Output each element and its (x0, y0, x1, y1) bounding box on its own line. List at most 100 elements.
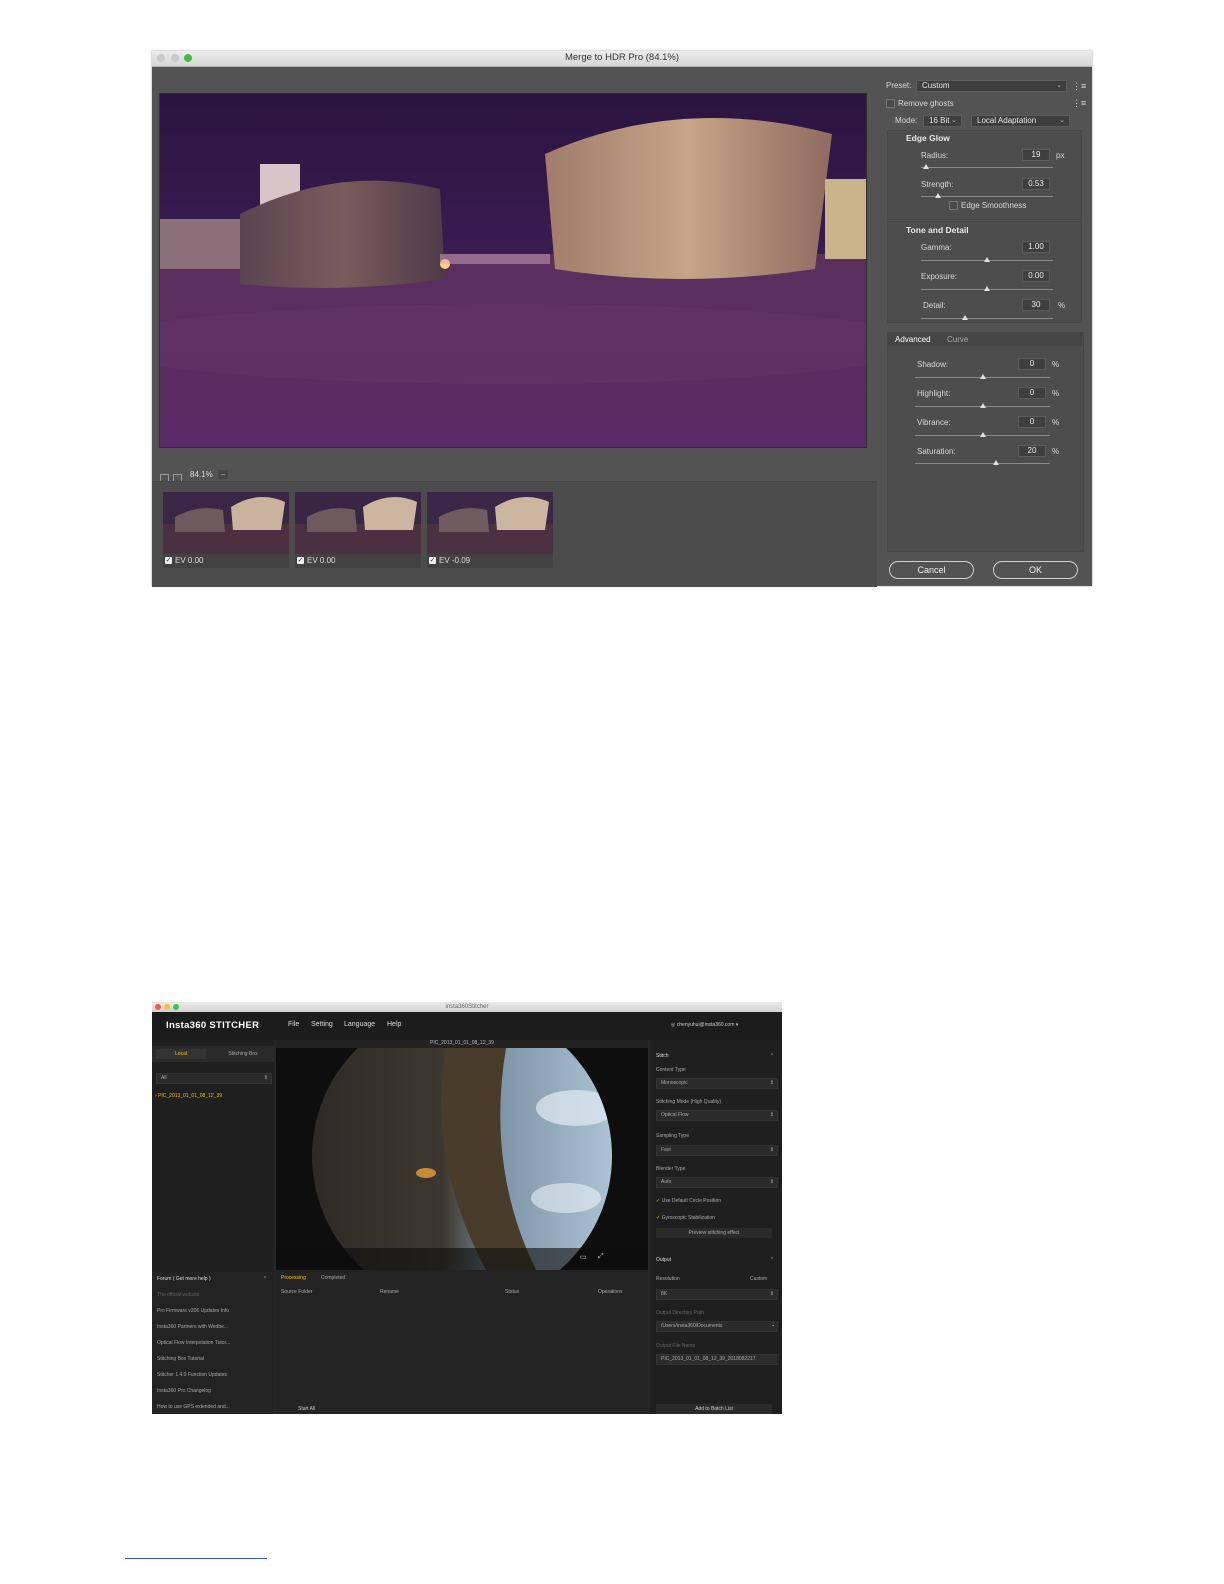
forum-link[interactable]: Stitching Box Tutorial (157, 1356, 204, 1362)
resolution-value: 8K (661, 1291, 668, 1297)
tab-local[interactable]: Local (156, 1049, 206, 1059)
collapse-icon[interactable]: ⌃ (770, 1257, 774, 1263)
sampling-dropdown[interactable]: Fast ⇕ (656, 1145, 778, 1156)
fullscreen-icon[interactable]: ⤢ (598, 1253, 604, 1261)
output-dir-field[interactable]: /Users/insta360/Documents ▪ (656, 1321, 778, 1332)
forum-link[interactable]: How to use GPS extended and... (157, 1404, 230, 1410)
radius-input[interactable]: 19 (1022, 149, 1050, 161)
radius-unit: px (1056, 151, 1065, 160)
highlight-slider-knob[interactable] (979, 403, 986, 408)
menu-file[interactable]: File (288, 1021, 299, 1028)
detail-input[interactable]: 30 (1022, 299, 1050, 311)
vibrance-input[interactable]: 0 (1018, 416, 1046, 428)
remove-ghosts-option[interactable]: Remove ghosts (886, 99, 954, 109)
sampling-value: Fast (661, 1147, 671, 1153)
forum-link[interactable]: Pro Firmware v206 Updates Info (157, 1308, 229, 1314)
strength-label: Strength: (921, 180, 954, 189)
source-thumbnail[interactable]: ✓ EV 0.00 (295, 492, 421, 568)
options-menu-icon[interactable]: ⋮≡ (1072, 98, 1086, 109)
saturation-slider[interactable] (915, 463, 1050, 464)
detail-slider-knob[interactable] (961, 315, 968, 320)
preview-stitching-button[interactable]: Preview stitching effect (656, 1228, 772, 1238)
preset-dropdown[interactable]: Custom ⌄ (916, 80, 1067, 92)
add-to-batch-button[interactable]: Add to Batch List (656, 1404, 772, 1414)
gyro-stabilization-option[interactable]: ✓ Gyroscopic Stabilization (656, 1215, 715, 1221)
source-thumbnail[interactable]: ✓ EV -0.09 (427, 492, 553, 568)
hdr-preview-image[interactable] (159, 93, 867, 448)
file-list-item[interactable]: › PIC_2013_01_01_08_12_39 (155, 1093, 222, 1099)
chevron-down-icon: ⌄ (1059, 117, 1065, 124)
shadow-input[interactable]: 0 (1018, 358, 1046, 370)
source-thumbnail[interactable]: ✓ EV 0.00 (163, 492, 289, 568)
tab-processing[interactable]: Processing (281, 1275, 306, 1281)
tab-curve[interactable]: Curve (947, 335, 968, 344)
source-filmstrip: ✓ EV 0.00 ✓ EV 0.00 ✓ EV -0.09 (152, 481, 877, 587)
fisheye-preview-image[interactable] (276, 1048, 648, 1270)
gamma-slider-knob[interactable] (984, 257, 990, 262)
tab-advanced[interactable]: Advanced (895, 335, 931, 344)
edge-smoothness-option[interactable]: Edge Smoothness (949, 201, 1026, 211)
start-all-button[interactable]: Start All (298, 1406, 315, 1412)
blender-value: Auto (661, 1179, 672, 1185)
ok-button[interactable]: OK (993, 561, 1078, 579)
forum-link[interactable]: Insta360 Partners with Wedbe... (157, 1324, 228, 1330)
collapse-icon[interactable]: ⌃ (263, 1276, 267, 1282)
stitch-mode-dropdown[interactable]: Optical Flow ⇕ (656, 1110, 778, 1121)
menu-help[interactable]: Help (387, 1021, 401, 1028)
forum-link[interactable]: Optical Flow Interpolation Tutor... (157, 1340, 230, 1346)
vibrance-slider-knob[interactable] (979, 432, 986, 437)
blender-dropdown[interactable]: Auto ⇕ (656, 1177, 778, 1188)
detail-slider[interactable] (921, 318, 1053, 319)
bit-depth-dropdown[interactable]: 16 Bit ⌄ (923, 115, 962, 127)
method-dropdown[interactable]: Local Adaptation ⌄ (971, 115, 1070, 127)
checkbox-icon[interactable] (949, 201, 958, 211)
gamma-label: Gamma: (921, 243, 952, 252)
strength-slider-knob[interactable] (935, 193, 942, 198)
highlight-input[interactable]: 0 (1018, 387, 1046, 399)
saturation-input[interactable]: 20 (1018, 445, 1046, 457)
gamma-input[interactable]: 1.00 (1022, 241, 1050, 253)
radius-slider[interactable] (921, 167, 1053, 168)
cancel-button[interactable]: Cancel (889, 561, 974, 579)
exposure-input[interactable]: 0.00 (1022, 270, 1050, 282)
checkbox-icon[interactable]: ✓ (429, 557, 436, 565)
tab-stitching-box[interactable]: Stitching Box (216, 1049, 270, 1059)
zoom-menu[interactable]: – (218, 470, 228, 479)
strength-input[interactable]: 0.53 (1022, 178, 1050, 190)
chevron-down-icon: ⌄ (951, 117, 957, 124)
stitcher-window: insta360Stitcher Insta360 STITCHER File … (152, 1002, 782, 1414)
folder-icon[interactable]: ▪ (772, 1322, 774, 1331)
custom-option[interactable]: Custom (750, 1276, 767, 1282)
output-name-value: PIC_2013_01_01_08_12_39_2018082217 (661, 1356, 756, 1362)
column-status: Status (505, 1289, 520, 1295)
collapse-icon[interactable]: ⌃ (770, 1053, 774, 1059)
filter-dropdown[interactable]: All ⇕ (156, 1073, 272, 1084)
forum-link[interactable]: Stitcher 1.4.0 Function Updates (157, 1372, 227, 1378)
shadow-slider-knob[interactable] (979, 374, 986, 379)
checkbox-icon[interactable]: ✓ (165, 557, 172, 565)
exposure-slider-knob[interactable] (984, 286, 990, 291)
forum-link[interactable]: Insta360 Pro Changelog (157, 1388, 211, 1394)
chevron-down-icon: ⇕ (769, 1291, 774, 1297)
preset-menu-icon[interactable]: ⋮≡ (1072, 81, 1086, 92)
forum-title[interactable]: Forum ( Get more help ) (157, 1276, 211, 1282)
screenshot-icon[interactable]: ▭ (580, 1253, 587, 1261)
saturation-unit: % (1052, 447, 1060, 456)
radius-slider-knob[interactable] (923, 164, 930, 169)
tab-completed[interactable]: Completed (321, 1275, 345, 1281)
checkbox-icon[interactable] (886, 99, 895, 109)
vibrance-label: Vibrance: (917, 418, 951, 427)
menu-language[interactable]: Language (344, 1021, 375, 1028)
checkbox-icon[interactable]: ✓ (297, 557, 304, 565)
resolution-dropdown[interactable]: 8K ⇕ (656, 1289, 778, 1300)
default-circle-option[interactable]: ✓ Use Default Circle Position (656, 1198, 721, 1204)
menu-setting[interactable]: Setting (311, 1021, 333, 1028)
saturation-slider-knob[interactable] (993, 460, 999, 465)
user-account[interactable]: ◎ chenyuhui@insta360.com ▾ (671, 1022, 738, 1028)
title-bar: Merge to HDR Pro (84.1%) (152, 51, 1092, 67)
output-name-field[interactable]: PIC_2013_01_01_08_12_39_2018082217 (656, 1354, 778, 1365)
content-type-dropdown[interactable]: Monoscopic ⇕ (656, 1078, 778, 1089)
tone-detail-group (887, 221, 1082, 323)
forum-link[interactable]: The official website (157, 1292, 199, 1298)
preset-value: Custom (922, 81, 950, 90)
